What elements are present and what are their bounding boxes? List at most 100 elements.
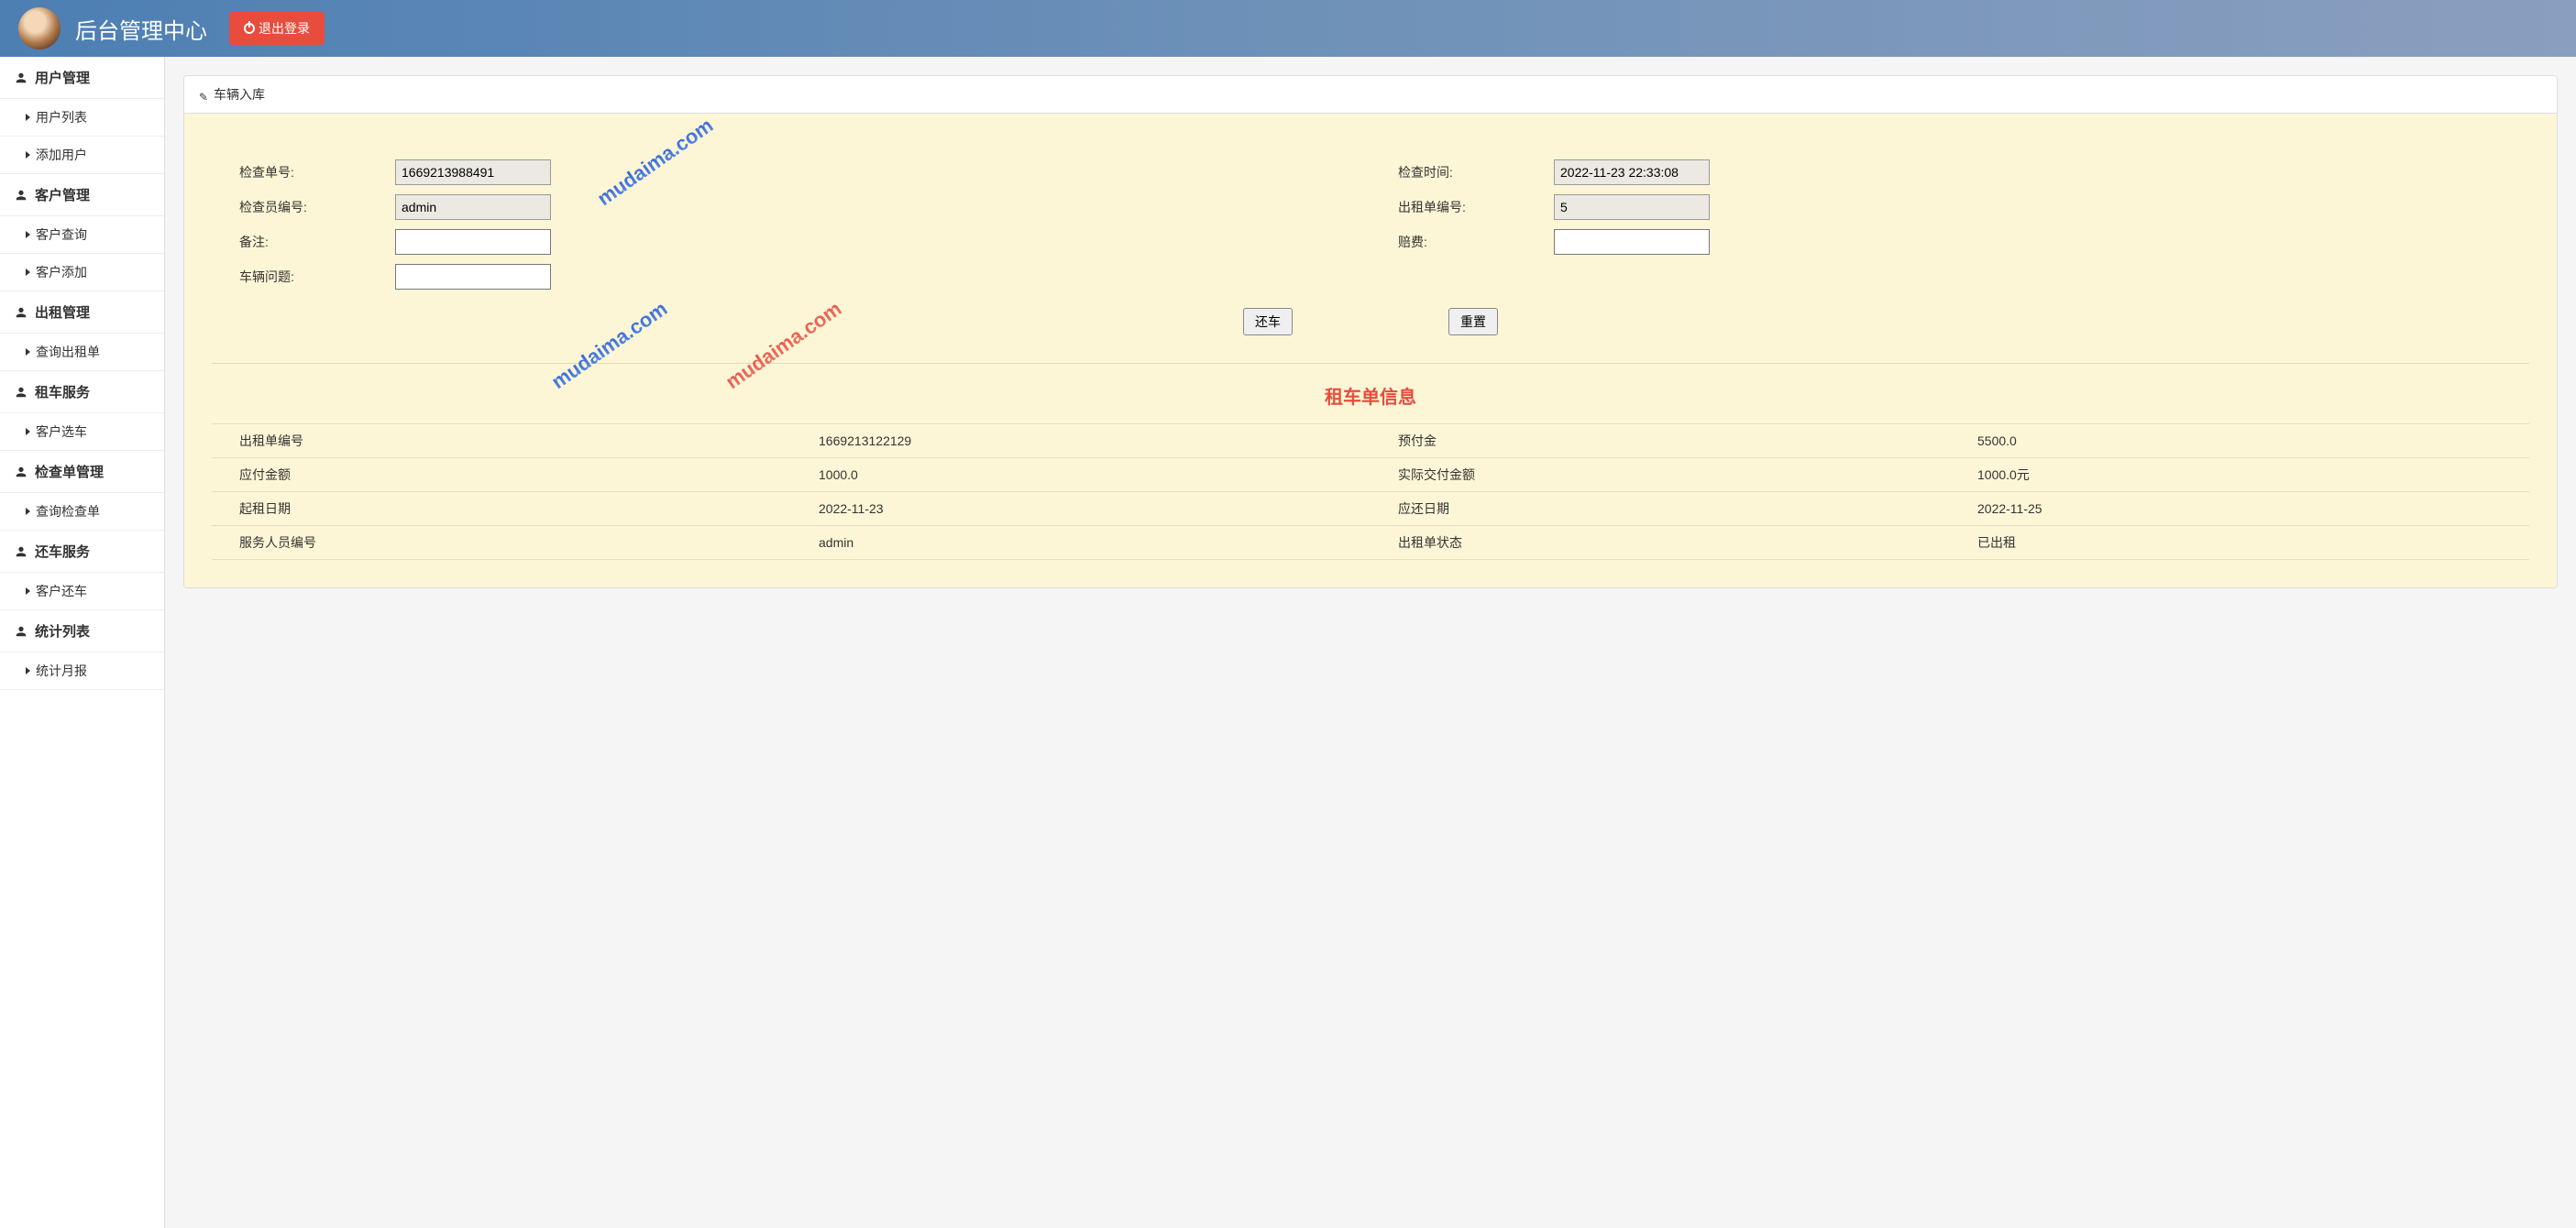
user-icon <box>15 545 28 558</box>
main-content: 车辆入库 mudaima.com mudaima.com mudaima.com… <box>165 57 2576 1228</box>
info-table: 出租单编号1669213122129预付金5500.0应付金额1000.0实际交… <box>212 423 2529 560</box>
menu-item[interactable]: 查询检查单 <box>0 493 164 531</box>
table-row: 应付金额1000.0实际交付金额1000.0元 <box>212 458 2529 492</box>
info-value: 1000.0元 <box>1950 458 2529 492</box>
menu-item[interactable]: 客户添加 <box>0 254 164 291</box>
remark-label: 备注: <box>212 233 377 251</box>
edit-icon <box>199 89 210 100</box>
caret-icon <box>26 231 30 238</box>
menu-item[interactable]: 客户选车 <box>0 413 164 451</box>
panel: 车辆入库 mudaima.com mudaima.com mudaima.com… <box>183 75 2558 588</box>
app-title: 后台管理中心 <box>75 13 207 45</box>
menu-item-label: 客户选车 <box>36 422 87 441</box>
logout-button[interactable]: 退出登录 <box>229 12 325 45</box>
user-icon <box>15 71 28 84</box>
caret-icon <box>26 508 30 515</box>
menu-item[interactable]: 客户查询 <box>0 216 164 254</box>
user-icon <box>15 306 28 319</box>
checker-id-input[interactable] <box>395 194 551 220</box>
menu-header-label: 检查单管理 <box>35 462 104 481</box>
check-time-input[interactable] <box>1554 159 1710 185</box>
menu-item-label: 用户列表 <box>36 108 87 126</box>
user-icon <box>15 386 28 399</box>
info-value: 2022-11-23 <box>791 492 1371 526</box>
info-key: 应付金额 <box>212 458 791 492</box>
divider <box>212 363 2529 364</box>
submit-button[interactable]: 还车 <box>1243 308 1293 335</box>
button-row: 还车 重置 <box>212 308 2529 335</box>
info-value: admin <box>791 526 1371 560</box>
compensation-label: 赔费: <box>1371 233 1536 251</box>
caret-icon <box>26 348 30 356</box>
caret-icon <box>26 269 30 276</box>
menu-header-label: 出租管理 <box>35 302 90 322</box>
menu-header-label: 租车服务 <box>35 382 90 401</box>
info-key: 服务人员编号 <box>212 526 791 560</box>
info-key: 应还日期 <box>1371 492 1950 526</box>
panel-body: mudaima.com mudaima.com mudaima.com 检查单号… <box>184 114 2557 587</box>
menu-header[interactable]: 统计列表 <box>0 610 164 652</box>
form-row: 检查员编号: 出租单编号: <box>212 194 2529 220</box>
menu-header-label: 客户管理 <box>35 185 90 204</box>
info-value: 1669213122129 <box>791 424 1371 458</box>
checker-id-label: 检查员编号: <box>212 198 377 216</box>
logout-label: 退出登录 <box>259 19 310 38</box>
menu-header[interactable]: 用户管理 <box>0 57 164 99</box>
remark-input[interactable] <box>395 229 551 255</box>
power-icon <box>244 23 255 34</box>
menu-header[interactable]: 还车服务 <box>0 531 164 573</box>
caret-icon <box>26 587 30 595</box>
rent-no-input[interactable] <box>1554 194 1710 220</box>
menu-item[interactable]: 统计月报 <box>0 652 164 690</box>
reset-button[interactable]: 重置 <box>1448 308 1498 335</box>
form-row: 车辆问题: <box>212 264 2529 290</box>
info-key: 预付金 <box>1371 424 1950 458</box>
info-key: 出租单编号 <box>212 424 791 458</box>
rent-no-label: 出租单编号: <box>1371 198 1536 216</box>
caret-icon <box>26 114 30 121</box>
menu-header-label: 统计列表 <box>35 621 90 641</box>
menu-header[interactable]: 客户管理 <box>0 174 164 216</box>
table-row: 起租日期2022-11-23应还日期2022-11-25 <box>212 492 2529 526</box>
menu-item[interactable]: 客户还车 <box>0 573 164 610</box>
panel-header: 车辆入库 <box>184 76 2557 114</box>
caret-icon <box>26 151 30 159</box>
menu-item[interactable]: 添加用户 <box>0 137 164 174</box>
car-issue-label: 车辆问题: <box>212 268 377 286</box>
info-title: 租车单信息 <box>212 382 2529 409</box>
compensation-input[interactable] <box>1554 229 1710 255</box>
table-row: 服务人员编号admin出租单状态已出租 <box>212 526 2529 560</box>
sidebar: 用户管理用户列表添加用户客户管理客户查询客户添加出租管理查询出租单租车服务客户选… <box>0 57 165 1228</box>
menu-item-label: 客户还车 <box>36 582 87 600</box>
info-key: 起租日期 <box>212 492 791 526</box>
avatar <box>18 7 61 49</box>
car-issue-input[interactable] <box>395 264 551 290</box>
menu-item-label: 统计月报 <box>36 662 87 680</box>
check-no-label: 检查单号: <box>212 163 377 181</box>
form-row: 检查单号: 检查时间: <box>212 159 2529 185</box>
check-time-label: 检查时间: <box>1371 163 1536 181</box>
menu-header[interactable]: 检查单管理 <box>0 451 164 493</box>
menu-header[interactable]: 租车服务 <box>0 371 164 413</box>
menu-item-label: 查询出租单 <box>36 343 100 361</box>
menu-item[interactable]: 用户列表 <box>0 99 164 137</box>
caret-icon <box>26 667 30 674</box>
menu-item-label: 添加用户 <box>36 146 87 164</box>
menu-header[interactable]: 出租管理 <box>0 291 164 334</box>
user-icon <box>15 189 28 202</box>
app-header: 后台管理中心 退出登录 <box>0 0 2576 57</box>
menu-item-label: 查询检查单 <box>36 502 100 521</box>
caret-icon <box>26 428 30 435</box>
menu-item-label: 客户添加 <box>36 263 87 281</box>
info-value: 2022-11-25 <box>1950 492 2529 526</box>
info-key: 出租单状态 <box>1371 526 1950 560</box>
menu-header-label: 还车服务 <box>35 542 90 561</box>
menu-item[interactable]: 查询出租单 <box>0 334 164 371</box>
user-icon <box>15 625 28 638</box>
info-value: 1000.0 <box>791 458 1371 492</box>
info-value: 5500.0 <box>1950 424 2529 458</box>
info-value: 已出租 <box>1950 526 2529 560</box>
check-no-input[interactable] <box>395 159 551 185</box>
table-row: 出租单编号1669213122129预付金5500.0 <box>212 424 2529 458</box>
menu-header-label: 用户管理 <box>35 68 90 87</box>
